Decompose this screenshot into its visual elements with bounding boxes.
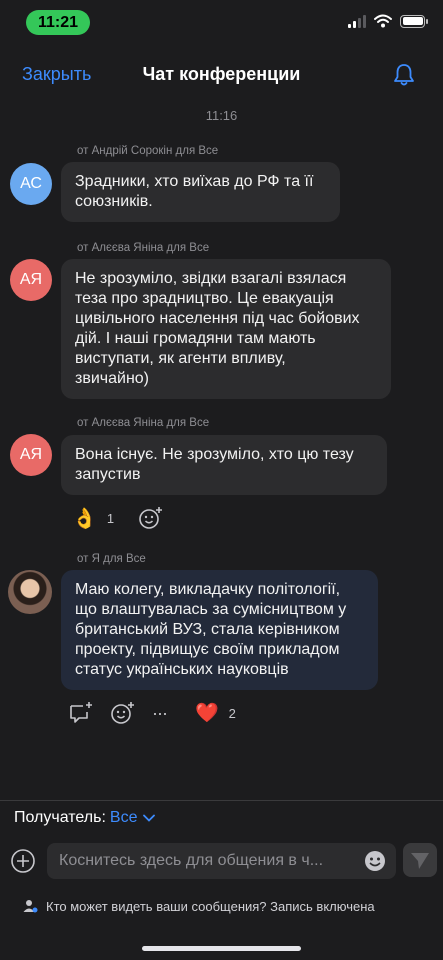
add-attachment-icon[interactable] — [10, 848, 36, 874]
recipient-selector[interactable]: Получатель: Все — [14, 809, 156, 827]
avatar[interactable]: АС — [10, 163, 52, 205]
message-meta: от Алєєва Яніна для Все — [77, 242, 210, 254]
avatar[interactable]: АЯ — [10, 259, 52, 301]
status-bar: 11:21 — [0, 0, 443, 48]
privacy-notice[interactable]: Кто может видеть ваши сообщения? Запись … — [22, 898, 375, 914]
add-reaction-icon[interactable] — [138, 505, 164, 531]
more-options-icon[interactable]: ··· — [152, 703, 168, 724]
nav-bar: Закрыть Чат конференции — [0, 58, 443, 94]
message-input[interactable]: Коснитесь здесь для общения в ч... — [47, 843, 396, 879]
message-line: що влаштувалась за сумісництвом у — [75, 601, 347, 618]
message-line: дій. І наші громадяни там мають — [75, 330, 316, 347]
message-line: британський ВУЗ, стала керівником — [75, 621, 340, 638]
privacy-text: Кто может видеть ваши сообщения? Запись … — [46, 898, 375, 914]
message-line: союзників. — [75, 193, 153, 210]
status-icons — [348, 14, 428, 28]
message-bubble[interactable]: Не зрозуміло, звідки взагалі взялася тез… — [61, 259, 391, 399]
recipient-value[interactable]: Все — [110, 809, 138, 827]
message-line: проекту, підвищує своїм прикладом — [75, 641, 340, 658]
user-privacy-icon — [23, 900, 38, 913]
message-bubble[interactable]: Маю колегу, викладачку політології, що в… — [61, 570, 378, 690]
status-time: 11:21 — [26, 10, 90, 35]
reaction-row: 👌 1 — [72, 505, 164, 531]
composer-divider — [0, 800, 443, 801]
message-line: Маю колегу, викладачку політології, — [75, 581, 341, 598]
message-line: Не зрозуміло, звідки взагалі взялася — [75, 270, 347, 287]
message-line: статус українських науковців — [75, 661, 289, 678]
message-meta: от Я для Все — [77, 553, 146, 565]
avatar[interactable] — [8, 570, 52, 614]
avatar[interactable]: АЯ — [10, 434, 52, 476]
message-meta: от Андрій Сорокін для Все — [77, 145, 219, 157]
recipient-label: Получатель: — [14, 809, 106, 826]
message-line: теза про зрадництво. Це евакуація — [75, 290, 334, 307]
home-indicator[interactable] — [142, 946, 301, 951]
message-line: звичайно) — [75, 370, 150, 387]
reaction-count: 2 — [228, 705, 236, 721]
chevron-down-icon — [143, 814, 156, 822]
message-bubble[interactable]: Зрадники, хто виїхав до РФ та її союзник… — [61, 162, 340, 222]
battery-icon — [400, 14, 428, 28]
message-bubble[interactable]: Вона існує. Не зрозуміло, хто цю тезу за… — [61, 435, 387, 495]
time-separator: 11:16 — [205, 108, 238, 123]
add-reaction-icon[interactable] — [110, 700, 136, 726]
reaction-row: ··· ❤️ 2 — [68, 700, 236, 726]
message-line: Зрадники, хто виїхав до РФ та її — [75, 173, 314, 190]
message-line: запустив — [75, 466, 141, 483]
message-meta: от Алєєва Яніна для Все — [77, 417, 210, 429]
reply-comment-icon[interactable] — [68, 700, 94, 726]
wifi-icon — [374, 14, 392, 28]
message-line: виступати, як агенти впливу, — [75, 350, 286, 367]
send-button[interactable] — [403, 843, 437, 877]
message-line: цивільного населення під час бойових — [75, 310, 360, 327]
page-title: Чат конференции — [142, 64, 301, 84]
reaction-count: 1 — [106, 510, 115, 526]
message-line: Вона існує. Не зрозуміло, хто цю тезу — [75, 446, 354, 463]
bell-icon[interactable] — [391, 62, 417, 88]
emoji-icon[interactable] — [364, 850, 386, 872]
cellular-signal-icon — [348, 14, 366, 28]
ok-hand-reaction[interactable]: 👌 — [72, 506, 97, 531]
heart-reaction[interactable]: ❤️ — [195, 701, 219, 725]
send-icon — [411, 853, 429, 869]
